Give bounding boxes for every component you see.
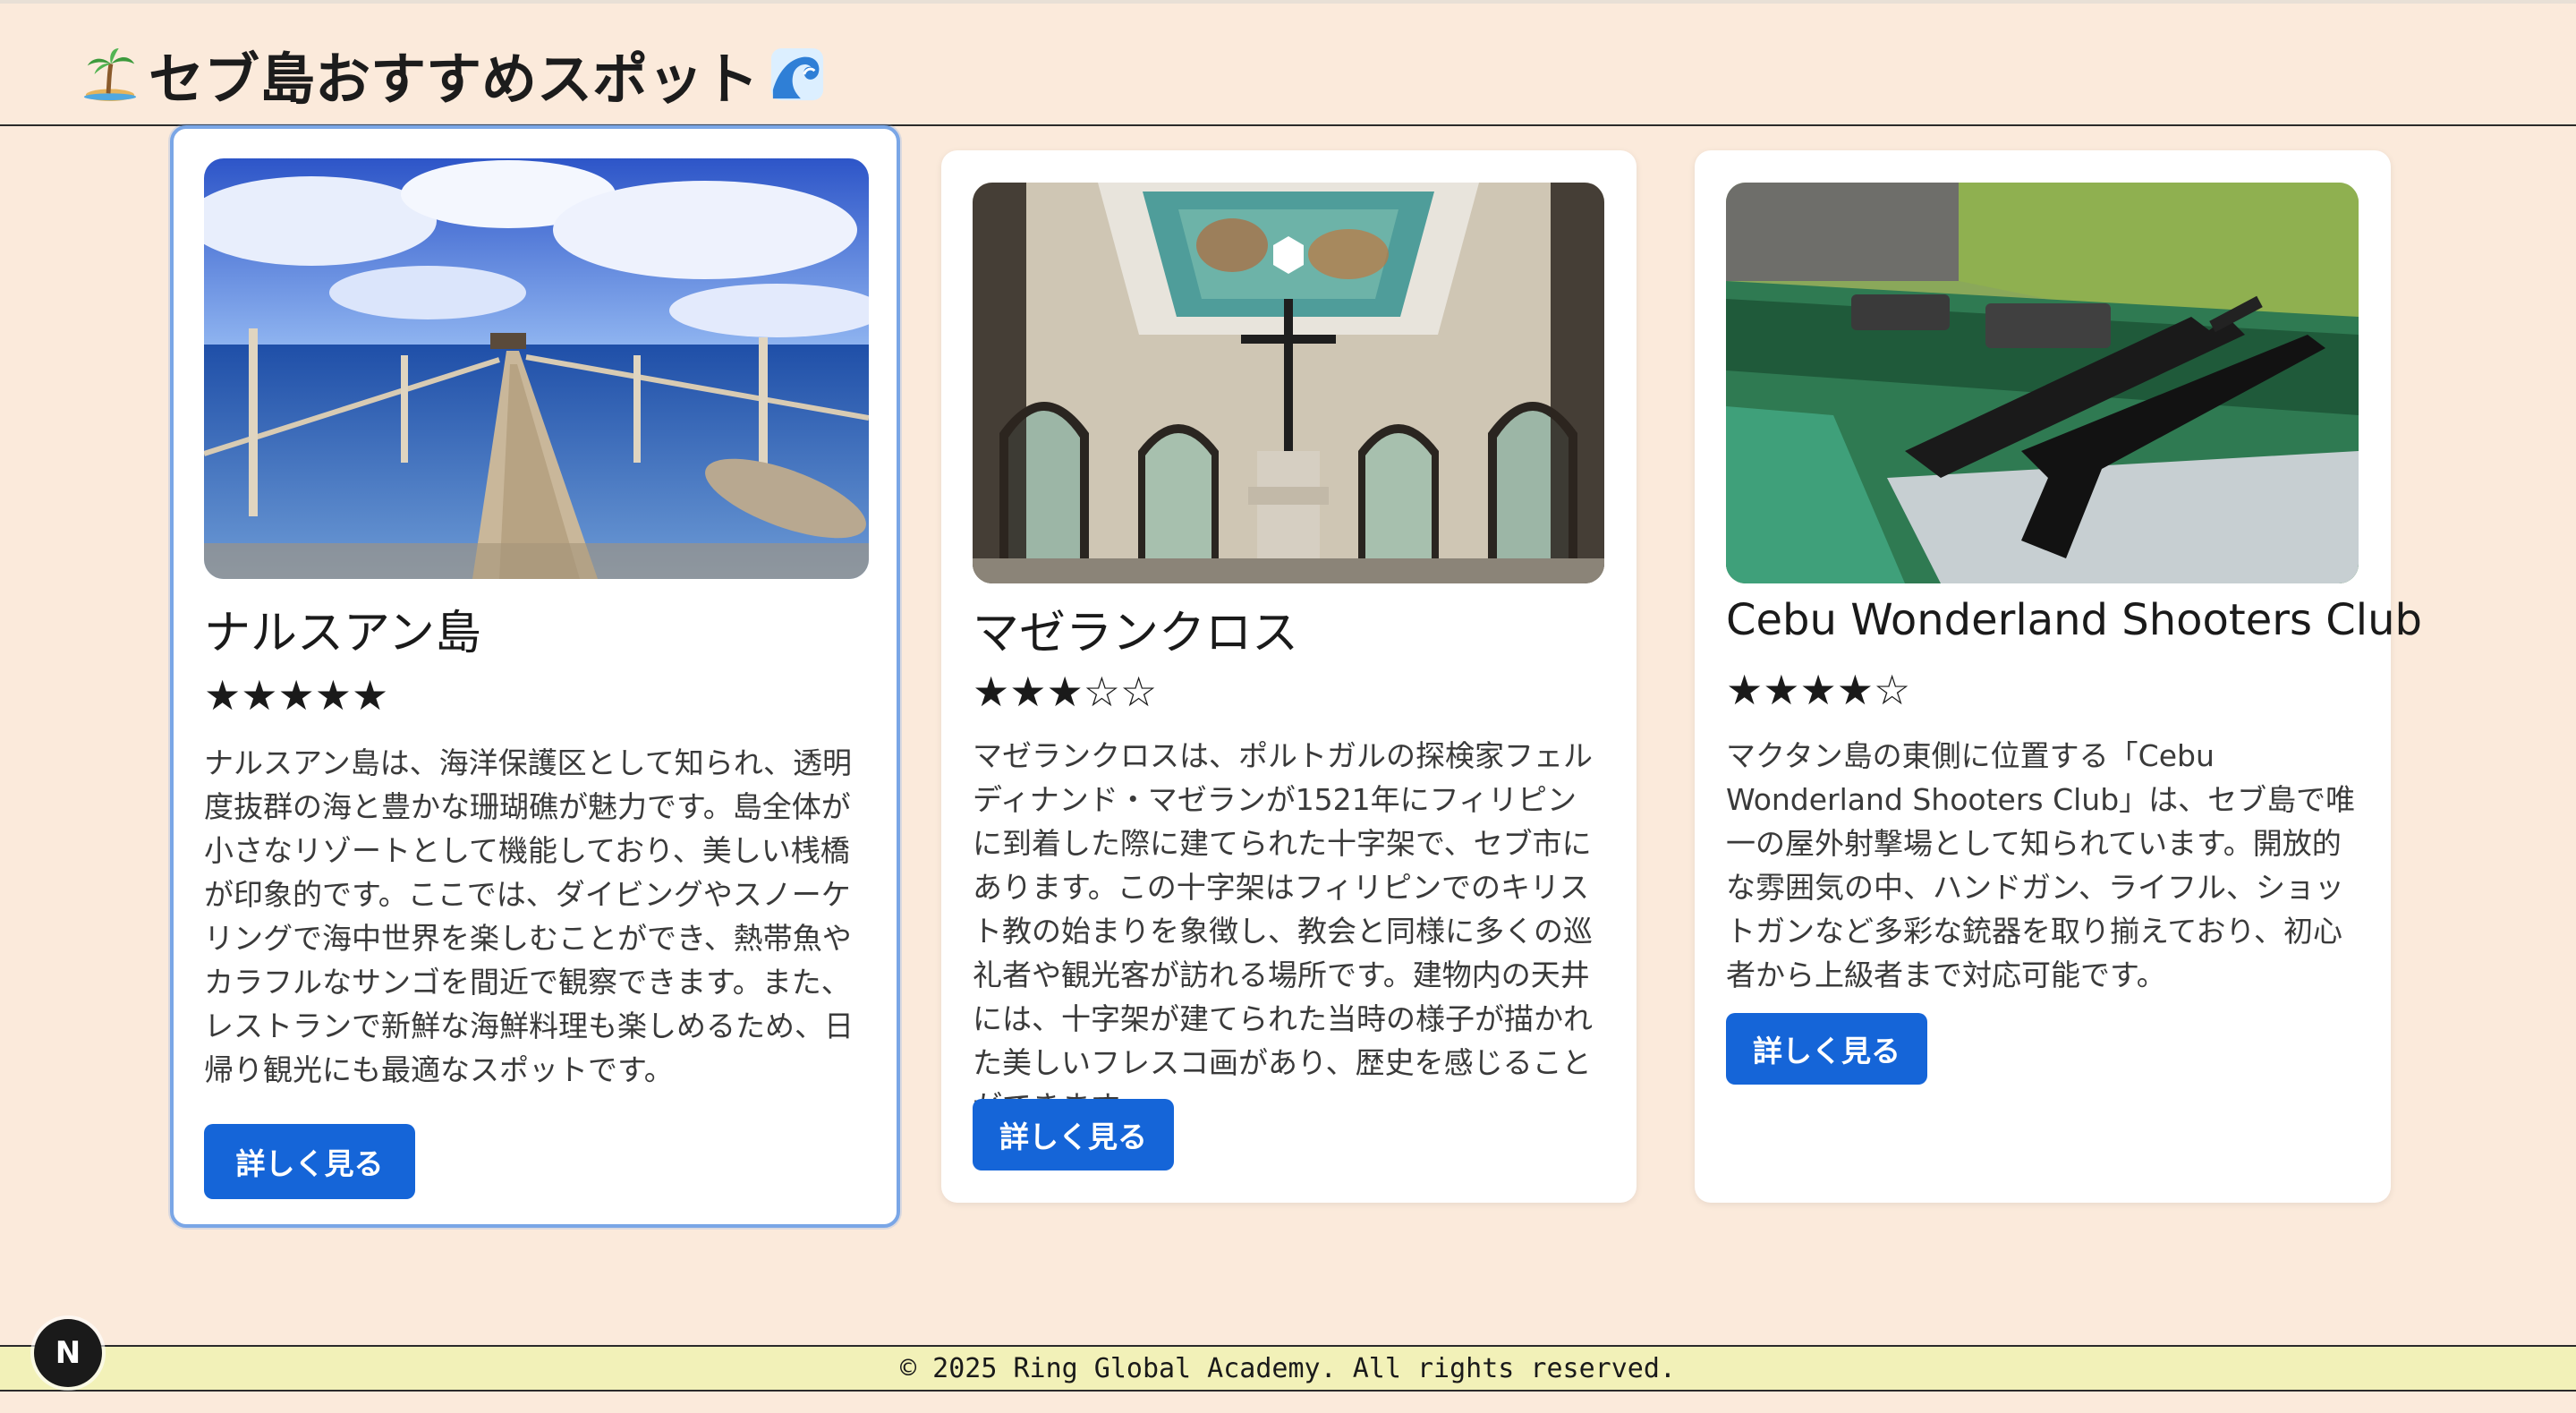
- spot-title: Cebu Wonderland Shooters Club: [1726, 595, 2422, 645]
- page-title-text: セブ島おすすめスポット: [149, 47, 760, 112]
- spot-image-magellan-cross: [973, 183, 1604, 583]
- spot-card-magellan-cross[interactable]: マゼランクロス ★★★☆☆ マゼランクロスは、ポルトガルの探検家フェルディナンド…: [941, 150, 1637, 1203]
- spot-description: マクタン島の東側に位置する「Cebu Wonderland Shooters C…: [1726, 738, 2356, 992]
- star-rating: ★★★★☆: [1726, 666, 1911, 714]
- site-footer: © 2025 Ring Global Academy. All rights r…: [0, 1345, 2576, 1392]
- wave-icon: [769, 47, 825, 102]
- shooting-range-photo: [1726, 183, 2359, 583]
- nextjs-dev-indicator[interactable]: N: [34, 1319, 102, 1387]
- spot-title: マゼランクロス: [973, 607, 1299, 660]
- star-rating: ★★★☆☆: [973, 668, 1158, 716]
- dev-badge-label: N: [55, 1335, 81, 1371]
- palm-island-icon: [82, 47, 138, 102]
- spot-title: ナルスアン島: [204, 607, 481, 660]
- wooden-pier-photo: [204, 158, 869, 579]
- page-title: セブ島おすすめスポット: [82, 34, 825, 115]
- details-button[interactable]: 詳しく見る: [973, 1099, 1174, 1170]
- star-rating: ★★★★★: [204, 671, 389, 719]
- spot-description: マゼランクロスは、ポルトガルの探検家フェルディナンド・マゼランが1521年にフィ…: [973, 738, 1593, 1124]
- details-button[interactable]: 詳しく見る: [1726, 1013, 1927, 1085]
- spot-image-nalusuan: [204, 158, 869, 579]
- spot-card-nalusuan[interactable]: ナルスアン島 ★★★★★ ナルスアン島は、海洋保護区として知られ、透明度抜群の海…: [170, 125, 900, 1228]
- copyright-text: © 2025 Ring Global Academy. All rights r…: [900, 1352, 1676, 1384]
- details-button[interactable]: 詳しく見る: [204, 1124, 415, 1199]
- spot-image-shooters-club: [1726, 183, 2359, 583]
- spot-description: ナルスアン島は、海洋保護区として知られ、透明度抜群の海と豊かな珊瑚礁が魅力です。…: [204, 745, 854, 1087]
- site-header: セブ島おすすめスポット: [0, 4, 2576, 126]
- spot-card-shooters-club[interactable]: Cebu Wonderland Shooters Club ★★★★☆ マクタン…: [1695, 150, 2422, 1203]
- magellan-cross-photo: [973, 183, 1604, 583]
